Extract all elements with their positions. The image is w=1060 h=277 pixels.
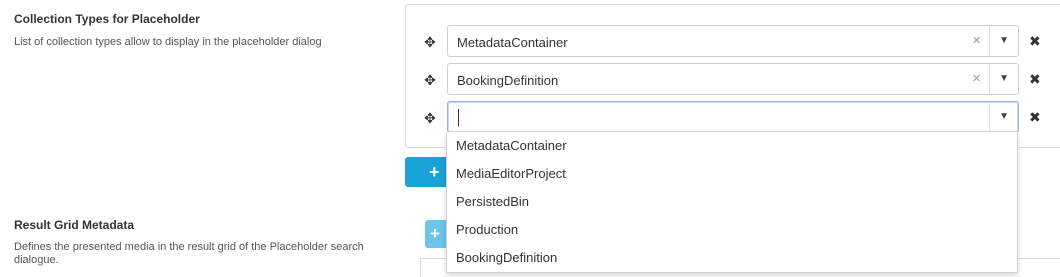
dropdown-option[interactable]: PersistedBin	[447, 188, 1017, 216]
collection-type-select[interactable]: BookingDefinition × ▼	[447, 63, 1019, 95]
collection-type-select-open[interactable]: ▼	[447, 101, 1019, 133]
text-caret	[458, 109, 459, 126]
select-separator	[989, 102, 990, 132]
select-separator	[989, 64, 990, 94]
dropdown-option[interactable]: MediaEditorProject	[447, 160, 1017, 188]
collection-type-dropdown: MetadataContainer MediaEditorProject Per…	[446, 132, 1018, 273]
result-grid-description: Defines the presented media in the resul…	[14, 241, 364, 266]
collection-types-panel: ✥ MetadataContainer × ▼ ✖ ✥ BookingDefin…	[405, 4, 1060, 148]
collection-types-description: List of collection types allow to displa…	[14, 36, 322, 48]
chevron-down-icon[interactable]: ▼	[999, 73, 1009, 84]
dropdown-option[interactable]: BookingDefinition	[447, 244, 1017, 272]
move-icon[interactable]: ✥	[422, 72, 438, 88]
select-value: MetadataContainer	[457, 35, 568, 50]
result-grid-title: Result Grid Metadata	[14, 218, 135, 232]
collection-types-title: Collection Types for Placeholder	[14, 12, 200, 26]
move-icon[interactable]: ✥	[422, 110, 438, 126]
select-separator	[989, 26, 990, 56]
select-value: BookingDefinition	[457, 73, 559, 88]
clear-icon[interactable]: ×	[972, 33, 981, 49]
dropdown-option[interactable]: MetadataContainer	[447, 132, 1017, 160]
dropdown-option[interactable]: Production	[447, 216, 1017, 244]
collection-type-select[interactable]: MetadataContainer × ▼	[447, 25, 1019, 57]
remove-icon[interactable]: ✖	[1029, 71, 1041, 87]
move-icon[interactable]: ✥	[422, 34, 438, 50]
collection-type-row: ✥ ▼ ✖	[406, 101, 1060, 135]
panel-border	[1017, 147, 1060, 148]
clear-icon[interactable]: ×	[972, 71, 981, 87]
collection-type-row: ✥ MetadataContainer × ▼ ✖	[406, 25, 1060, 59]
remove-icon[interactable]: ✖	[1029, 33, 1041, 49]
chevron-down-icon[interactable]: ▼	[999, 111, 1009, 122]
remove-icon[interactable]: ✖	[1029, 109, 1041, 125]
collection-type-row: ✥ BookingDefinition × ▼ ✖	[406, 63, 1060, 97]
chevron-down-icon[interactable]: ▼	[999, 35, 1009, 46]
